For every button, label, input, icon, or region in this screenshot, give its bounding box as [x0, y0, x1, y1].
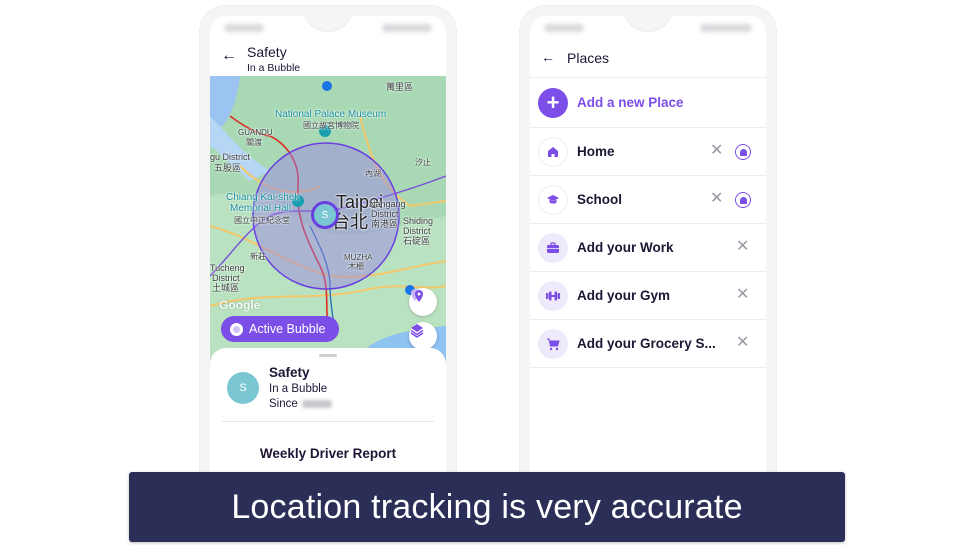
- bell-icon[interactable]: [735, 192, 751, 208]
- map-label: 關渡: [246, 138, 262, 147]
- place-icon-wrap: [538, 185, 568, 215]
- avatar-initial: S: [239, 382, 247, 394]
- place-icon-wrap: [538, 233, 568, 263]
- layers-icon: [410, 324, 424, 338]
- map-label: 內湖: [365, 169, 381, 178]
- map-label: Chiang Kai-shek: [226, 192, 300, 203]
- cart-icon: [547, 338, 560, 350]
- page-subtitle: In a Bubble: [247, 62, 301, 74]
- layers-fab-button[interactable]: [409, 322, 437, 350]
- divider: [222, 421, 434, 422]
- marker-initial: S: [321, 209, 329, 221]
- google-logo: Google: [219, 298, 261, 312]
- map-label: District: [212, 273, 240, 283]
- map-label: 石碇區: [403, 236, 431, 246]
- caption-text: Location tracking is very accurate: [231, 487, 743, 526]
- since-label: Since: [269, 398, 298, 410]
- sheet-drag-handle[interactable]: [319, 354, 337, 357]
- map-pins-icon: [411, 289, 423, 302]
- status-bar-icons-blurred: [382, 24, 432, 32]
- places-screen: ← Places + Add a new Place Home ✕ School…: [530, 16, 766, 506]
- close-icon[interactable]: ✕: [736, 287, 749, 303]
- map-label: 土城區: [212, 283, 240, 293]
- phone-frame-left: ← Safety In a Bubble 萬里區 National Palace…: [200, 6, 456, 506]
- briefcase-icon: [547, 242, 559, 253]
- map-label: 國立故宮博物院: [303, 121, 359, 130]
- active-bubble-label: Active Bubble: [249, 322, 326, 336]
- avatar: S: [227, 372, 259, 404]
- places-header: ← Places: [530, 38, 766, 78]
- map-label: 木柵: [348, 262, 364, 271]
- place-row-gym[interactable]: Add your Gym ✕: [530, 272, 766, 320]
- member-since: Since: [269, 398, 332, 410]
- safety-screen: ← Safety In a Bubble 萬里區 National Palace…: [210, 16, 446, 506]
- map-label: 國立中正紀念堂: [234, 216, 290, 225]
- status-bar-time-blurred: [224, 24, 264, 32]
- arrow-left-icon[interactable]: ←: [541, 49, 555, 65]
- status-bar-time-blurred: [544, 24, 584, 32]
- map-label: Memorial Hall: [230, 203, 292, 214]
- map-label: 五股區: [214, 163, 242, 173]
- bell-icon[interactable]: [735, 144, 751, 160]
- user-location-marker[interactable]: S: [311, 201, 339, 229]
- place-label: Add your Work: [577, 240, 674, 255]
- map-label: GUANDU: [238, 128, 273, 137]
- map-label: 南港區: [371, 219, 399, 229]
- place-label: Add your Gym: [577, 288, 671, 303]
- close-icon[interactable]: ✕: [710, 191, 723, 207]
- safety-header: ← Safety In a Bubble: [210, 38, 446, 76]
- graduation-cap-icon: [547, 195, 559, 204]
- map-label: 新莊: [250, 252, 266, 261]
- caption-banner: Location tracking is very accurate: [129, 472, 845, 542]
- close-icon[interactable]: ✕: [736, 335, 749, 351]
- place-icon-wrap: [538, 329, 568, 359]
- map-label: National Palace Museum: [275, 109, 387, 120]
- place-row-school[interactable]: School ✕: [530, 176, 766, 224]
- place-row-home[interactable]: Home ✕: [530, 128, 766, 176]
- status-bar-icons-blurred: [700, 24, 752, 32]
- map-label: District: [371, 209, 399, 219]
- plus-icon: +: [538, 88, 568, 118]
- weekly-driver-report-link[interactable]: Weekly Driver Report: [210, 446, 446, 461]
- home-icon: [548, 147, 558, 157]
- map-label: Nangang: [369, 199, 406, 209]
- place-icon-wrap: [538, 281, 568, 311]
- member-name: Safety: [269, 365, 310, 380]
- add-new-place-button[interactable]: + Add a new Place: [530, 78, 766, 128]
- map-view[interactable]: 萬里區 National Palace Museum 國立故宮博物院 GUAND…: [210, 76, 446, 366]
- place-row-work[interactable]: Add your Work ✕: [530, 224, 766, 272]
- place-label: Home: [577, 144, 615, 159]
- highway-marker-icon: [322, 81, 332, 91]
- map-label: Tucheng: [210, 263, 245, 273]
- place-label: School: [577, 192, 623, 207]
- place-label: Add your Grocery S...: [577, 336, 716, 351]
- since-time-blurred: [301, 399, 332, 408]
- map-label: Shiding: [403, 216, 434, 226]
- page-title: Places: [567, 50, 610, 66]
- close-icon[interactable]: ✕: [736, 239, 749, 255]
- place-row-grocery[interactable]: Add your Grocery S... ✕: [530, 320, 766, 368]
- map-label: District: [403, 226, 431, 236]
- close-icon[interactable]: ✕: [710, 143, 723, 159]
- bubble-icon: [230, 322, 243, 336]
- map-label: 萬里區: [386, 82, 414, 92]
- active-bubble-button[interactable]: Active Bubble: [221, 316, 339, 342]
- arrow-left-icon[interactable]: ←: [221, 47, 237, 65]
- member-status: In a Bubble: [269, 383, 328, 395]
- dumbbell-icon: [546, 291, 560, 301]
- map-label: gu District: [210, 152, 251, 162]
- places-fab-button[interactable]: [409, 288, 437, 316]
- map-label: 汐止: [415, 158, 431, 167]
- add-new-place-label: Add a new Place: [577, 95, 684, 110]
- phone-frame-right: ← Places + Add a new Place Home ✕ School…: [520, 6, 776, 506]
- page-title: Safety: [247, 44, 287, 60]
- place-icon-wrap: [538, 137, 568, 167]
